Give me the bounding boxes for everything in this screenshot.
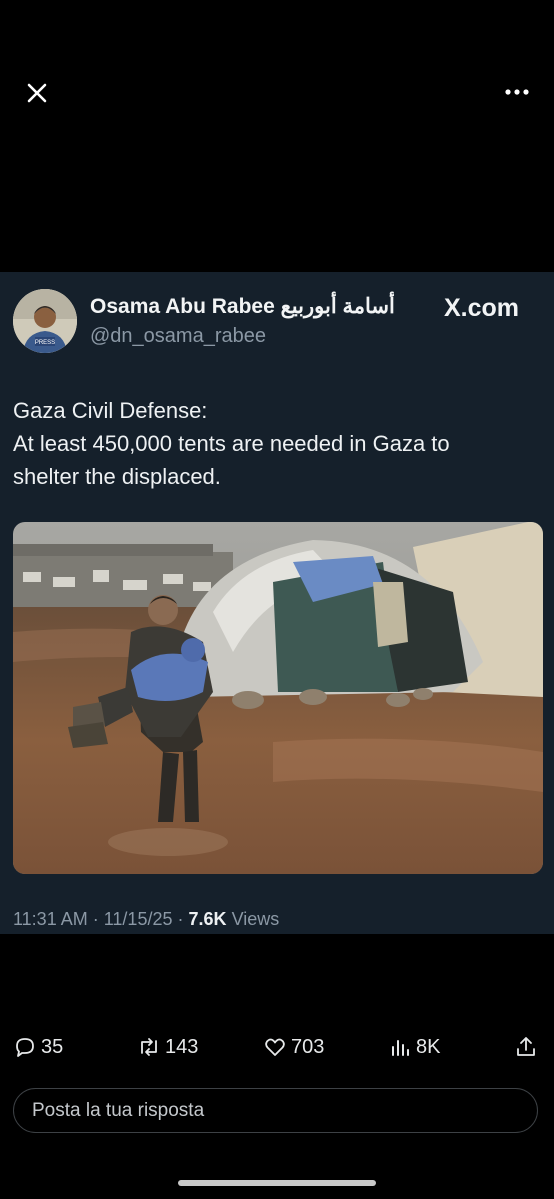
tweet-text-line: At least 450,000 tents are needed in Gaz… — [13, 431, 450, 456]
tweet-time: 11:31 AM — [13, 909, 88, 929]
analytics-icon — [392, 1040, 409, 1056]
reply-button[interactable]: 35 — [13, 1034, 63, 1060]
views-count-action: 8K — [416, 1035, 441, 1058]
share-icon — [517, 1037, 535, 1056]
close-icon — [27, 83, 47, 103]
repost-button[interactable]: 143 — [137, 1034, 198, 1060]
tweet-text: Gaza Civil Defense: At least 450,000 ten… — [13, 394, 538, 493]
more-options-button[interactable] — [500, 84, 534, 100]
share-button[interactable] — [514, 1034, 538, 1060]
home-indicator[interactable] — [178, 1180, 376, 1186]
like-count: 703 — [291, 1035, 325, 1058]
close-button[interactable] — [22, 78, 52, 108]
views-label: Views — [231, 909, 280, 929]
meta-separator: · — [92, 909, 99, 929]
tweet-meta: 11:31 AM · 11/15/25 · 7.6K Views — [13, 909, 279, 930]
more-horizontal-icon — [505, 89, 529, 95]
brand-label: X.com — [444, 294, 520, 322]
heart-icon — [265, 1038, 285, 1056]
reply-placeholder: Posta la tua risposta — [32, 1100, 205, 1121]
tweet-screenshot-card[interactable]: PRESS Osama Abu Rabee أسامة أبوربيع @dn_… — [0, 272, 554, 934]
tweet-photo — [13, 522, 543, 874]
author-handle: @dn_osama_rabee — [90, 325, 266, 347]
views-count: 7.6K — [188, 909, 227, 929]
meta-separator: · — [177, 909, 184, 929]
reply-input[interactable]: Posta la tua risposta — [13, 1088, 538, 1133]
tweet-text-line: Gaza Civil Defense: — [13, 398, 208, 423]
svg-text:PRESS: PRESS — [35, 340, 55, 346]
like-button[interactable]: 703 — [263, 1034, 324, 1060]
tweet-text-line: shelter the displaced. — [13, 464, 221, 489]
views-button[interactable]: 8K — [388, 1034, 440, 1060]
reply-count: 35 — [41, 1035, 64, 1058]
author-avatar: PRESS — [13, 289, 77, 353]
author-name: Osama Abu Rabee أسامة أبوربيع — [90, 295, 395, 318]
reply-icon — [16, 1038, 34, 1057]
repost-icon — [141, 1038, 157, 1056]
repost-count: 143 — [165, 1035, 199, 1058]
tweet-date: 11/15/25 — [103, 909, 173, 929]
